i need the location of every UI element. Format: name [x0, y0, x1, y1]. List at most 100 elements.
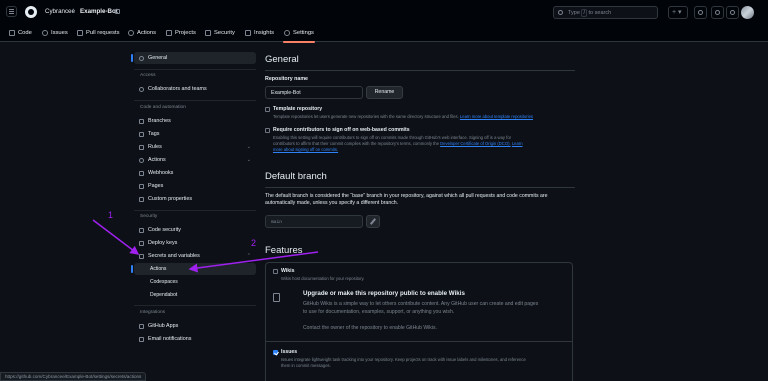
- tab-insights[interactable]: Insights: [245, 28, 274, 38]
- sidebar-item-general[interactable]: General: [131, 52, 256, 64]
- tab-actions[interactable]: Actions: [128, 28, 156, 38]
- sidebar-item-email-notifications[interactable]: Email notifications: [134, 333, 256, 345]
- dco-link[interactable]: Developer Certificate of Origin (DCO).: [440, 141, 511, 146]
- wikis-label: Wikis: [281, 268, 295, 274]
- search-icon: [558, 10, 563, 15]
- sidebar-item-custom-properties[interactable]: Custom properties: [134, 193, 256, 205]
- repo-name-label: Repository name: [265, 76, 308, 82]
- template-desc: Template repositories let users generate…: [273, 114, 533, 119]
- search-placeholder-prefix: Type: [568, 10, 580, 16]
- template-checkbox[interactable]: [265, 107, 270, 112]
- annotation-number-2: 2: [251, 238, 257, 248]
- search-shortcut-key: /: [581, 9, 587, 17]
- upgrade-title: Upgrade or make this repository public t…: [303, 290, 465, 297]
- issues-label: Issues: [281, 349, 298, 355]
- issues-icon: [42, 30, 48, 36]
- sidebar-item-webhooks[interactable]: Webhooks: [134, 167, 256, 179]
- features-title: Features: [265, 245, 303, 256]
- default-branch-title: Default branch: [265, 171, 327, 182]
- tab-code[interactable]: Code: [9, 28, 32, 38]
- signoff-checkbox[interactable]: [265, 128, 270, 133]
- sidebar-heading-integrations: Integrations: [140, 310, 166, 315]
- chevron-down-icon: ⌄: [246, 144, 251, 150]
- breadcrumb-owner[interactable]: Cybrancee: [45, 8, 75, 15]
- lock-icon: [115, 9, 120, 14]
- sidebar-subitem-dependabot[interactable]: Dependabot: [134, 289, 256, 301]
- create-new-button[interactable]: + ▾: [668, 6, 688, 19]
- pull-request-icon: [77, 30, 83, 36]
- repo-name-input[interactable]: Example-Bot: [265, 86, 363, 99]
- play-icon: [139, 157, 144, 163]
- book-icon: [273, 293, 280, 302]
- branch-icon: [139, 118, 144, 124]
- sidebar-item-branches[interactable]: Branches: [134, 115, 256, 127]
- tab-projects[interactable]: Projects: [166, 28, 196, 38]
- sidebar-item-collaborators[interactable]: Collaborators and teams: [134, 83, 256, 95]
- tab-security[interactable]: Security: [205, 28, 235, 38]
- template-learn-more-link[interactable]: Learn more about template repositories: [460, 114, 533, 119]
- rename-button[interactable]: Rename: [366, 86, 403, 99]
- page-title: General: [265, 54, 299, 65]
- browser-icon: [139, 183, 144, 189]
- signoff-desc: Enabling this setting will require contr…: [273, 135, 523, 152]
- inbox-icon[interactable]: [726, 6, 739, 19]
- search-input[interactable]: Type / to search: [553, 6, 658, 19]
- sidebar-heading-access: Access: [140, 73, 156, 78]
- mail-icon: [139, 336, 144, 342]
- tag-icon: [139, 131, 144, 137]
- tab-settings[interactable]: Settings: [283, 28, 315, 43]
- chevron-up-icon: ⌃: [246, 253, 251, 259]
- wikis-checkbox[interactable]: [273, 269, 278, 274]
- sidebar-item-rules[interactable]: Rules ⌄: [134, 141, 256, 153]
- pull-requests-icon[interactable]: [711, 6, 724, 19]
- pencil-icon[interactable]: [366, 215, 380, 228]
- tab-pull-requests[interactable]: Pull requests: [77, 28, 120, 38]
- gear-icon: [284, 30, 290, 36]
- annotation-number-1: 1: [108, 210, 114, 220]
- sidebar-item-tags[interactable]: Tags: [134, 128, 256, 140]
- chevron-down-icon: ⌄: [246, 157, 251, 163]
- breadcrumb-repo[interactable]: Example-Bot: [80, 8, 118, 15]
- default-branch-desc: The default branch is considered the “ba…: [265, 193, 548, 206]
- issues-icon[interactable]: [694, 6, 707, 19]
- signoff-more-link[interactable]: more about signing off on commits.: [273, 147, 338, 152]
- sidebar-item-secrets-variables[interactable]: Secrets and variables ⌃: [134, 250, 256, 262]
- upgrade-desc: GitHub Wikis is a simple way to let othe…: [303, 301, 539, 315]
- issues-desc: Issues integrate lightweight task tracki…: [281, 357, 526, 368]
- sidebar-subitem-codespaces[interactable]: Codespaces: [134, 276, 256, 288]
- people-icon: [139, 86, 144, 92]
- signoff-learn-link[interactable]: Learn: [512, 141, 523, 146]
- rules-icon: [139, 144, 144, 150]
- sidebar-item-github-apps[interactable]: GitHub Apps: [134, 320, 256, 332]
- sidebar-item-actions[interactable]: Actions ⌄: [134, 154, 256, 166]
- play-icon: [128, 30, 134, 36]
- avatar[interactable]: [741, 6, 754, 19]
- github-logo-icon[interactable]: [25, 6, 37, 18]
- tab-issues[interactable]: Issues: [42, 28, 68, 38]
- asterisk-icon: [139, 253, 144, 259]
- sidebar-item-deploy-keys[interactable]: Deploy keys: [134, 237, 256, 249]
- sidebar-item-pages[interactable]: Pages: [134, 180, 256, 192]
- shield-icon: [139, 227, 144, 233]
- sidebar-heading-security: Security: [140, 214, 158, 219]
- template-label: Template repository: [273, 106, 323, 112]
- menu-icon[interactable]: [6, 6, 17, 17]
- sidebar-subitem-actions[interactable]: Actions: [131, 263, 256, 275]
- issues-checkbox[interactable]: [273, 350, 278, 355]
- status-bar-url: https://github.com/Cybrancee/Example-Bot…: [0, 372, 147, 381]
- key-icon: [139, 240, 144, 246]
- shield-icon: [205, 30, 211, 36]
- code-icon: [9, 30, 15, 36]
- graph-icon: [245, 30, 251, 36]
- apps-icon: [139, 323, 144, 329]
- top-bar: Cybrancee / Example-Bot Type / to search…: [0, 0, 768, 24]
- note-icon: [139, 196, 144, 202]
- sidebar-heading-code: Code and automation: [140, 105, 186, 110]
- webhook-icon: [139, 170, 144, 176]
- gear-icon: [139, 55, 144, 61]
- upgrade-contact: Contact the owner of the repository to e…: [303, 325, 437, 331]
- features-box: Wikis Wikis host documentation for your …: [265, 262, 573, 381]
- annotation-arrow-1: [92, 219, 140, 255]
- breadcrumb-separator: /: [72, 8, 74, 15]
- sidebar-item-code-security[interactable]: Code security: [134, 224, 256, 236]
